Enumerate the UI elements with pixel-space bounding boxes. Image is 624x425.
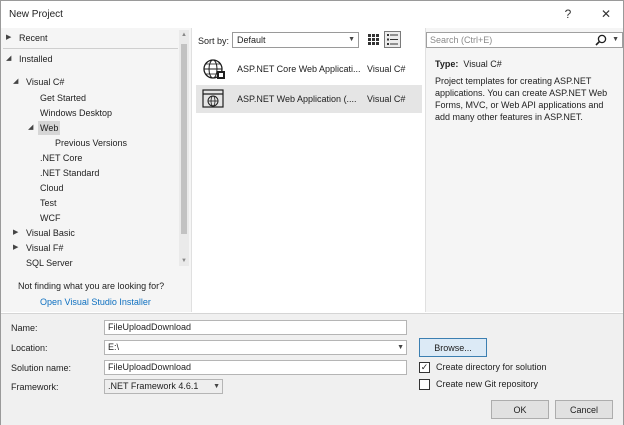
tree-item-visual-csharp[interactable]: Visual C#: [26, 75, 64, 89]
template-item-aspnet-web[interactable]: ASP.NET Web Application (.... Visual C#: [196, 85, 422, 113]
open-installer-link[interactable]: Open Visual Studio Installer: [40, 297, 151, 307]
create-directory-checkbox[interactable]: ✓: [419, 361, 430, 373]
type-value: Visual C#: [463, 59, 502, 69]
location-label: Location:: [11, 343, 48, 353]
scroll-down-arrow-icon[interactable]: ▼: [179, 256, 189, 266]
chevron-down-icon: ▼: [348, 36, 355, 43]
window-title: New Project: [9, 9, 63, 20]
tree-item-web[interactable]: Web: [38, 121, 61, 135]
create-git-checkbox[interactable]: [419, 378, 430, 390]
expand-arrow-icon[interactable]: ▶: [6, 31, 11, 45]
solution-name-value: FileUploadDownload: [108, 362, 192, 372]
collapse-arrow-icon[interactable]: ◢: [13, 75, 18, 89]
template-details-panel: Search (Ctrl+E) ▼ Type: Visual C# Projec…: [425, 28, 623, 312]
framework-label: Framework:: [11, 382, 59, 392]
sort-by-label: Sort by:: [198, 36, 230, 46]
create-git-option[interactable]: Create new Git repository: [419, 377, 538, 391]
ok-button[interactable]: OK: [491, 400, 549, 419]
create-directory-label: Create directory for solution: [436, 362, 547, 372]
browse-button[interactable]: Browse...: [419, 338, 487, 357]
solution-name-field[interactable]: FileUploadDownload: [104, 360, 407, 375]
name-label: Name:: [11, 323, 38, 333]
template-name: ASP.NET Core Web Applicati...: [237, 64, 361, 74]
scroll-up-arrow-icon[interactable]: ▲: [179, 30, 189, 40]
create-git-label: Create new Git repository: [436, 379, 539, 389]
tree-item-visual-basic[interactable]: Visual Basic: [26, 226, 75, 240]
template-tree-panel: ▶ Recent ◢ Installed ◢ Visual C# Get Sta…: [1, 28, 192, 312]
template-item-aspnet-core[interactable]: ASP.NET Core Web Applicati... Visual C#: [196, 55, 422, 83]
chevron-down-icon[interactable]: ▼: [397, 341, 404, 354]
tree-item-sql-server[interactable]: SQL Server: [26, 256, 73, 270]
globe-icon: [203, 59, 225, 79]
tree-item-installed[interactable]: Installed: [19, 52, 53, 66]
title-bar: New Project ? ✕: [1, 1, 623, 27]
chevron-down-icon: ▼: [213, 383, 220, 390]
close-button[interactable]: ✕: [595, 5, 617, 23]
expand-arrow-icon[interactable]: ▶: [13, 241, 18, 255]
template-name: ASP.NET Web Application (....: [237, 94, 357, 104]
project-settings-form: Name: FileUploadDownload Location: E:\ ▼…: [1, 313, 623, 425]
tree-item-cloud[interactable]: Cloud: [40, 181, 64, 195]
tree-item-recent[interactable]: Recent: [19, 31, 48, 45]
tree-divider: [3, 48, 178, 49]
create-directory-option[interactable]: ✓ Create directory for solution: [419, 360, 547, 374]
scrollbar-thumb[interactable]: [181, 44, 187, 234]
list-view-icon: [387, 34, 398, 45]
tree-item-windows-desktop[interactable]: Windows Desktop: [40, 106, 112, 120]
name-value: FileUploadDownload: [108, 322, 192, 332]
collapse-arrow-icon[interactable]: ◢: [28, 121, 33, 135]
tree-item-wcf[interactable]: WCF: [40, 211, 61, 225]
help-button[interactable]: ?: [557, 5, 579, 23]
location-value: E:\: [108, 342, 120, 352]
framework-dropdown[interactable]: .NET Framework 4.6.1 ▼: [104, 379, 223, 394]
expand-arrow-icon[interactable]: ▶: [13, 226, 18, 240]
tree-item-get-started[interactable]: Get Started: [40, 91, 86, 105]
location-combobox[interactable]: E:\ ▼: [104, 340, 407, 355]
new-project-dialog: New Project ? ✕ ▶ Recent ◢ Installed ◢ V…: [0, 0, 624, 425]
tree-item-net-standard[interactable]: .NET Standard: [40, 166, 99, 180]
template-language: Visual C#: [367, 94, 406, 104]
list-view-button[interactable]: [384, 31, 401, 48]
template-description: Project templates for creating ASP.NET a…: [435, 76, 608, 122]
template-type: Type: Visual C#: [435, 59, 502, 69]
search-icon[interactable]: [595, 34, 607, 46]
collapse-arrow-icon[interactable]: ◢: [6, 52, 11, 66]
search-input[interactable]: Search (Ctrl+E) ▼: [426, 32, 623, 48]
chevron-down-icon[interactable]: ▼: [612, 33, 619, 47]
grid-view-icon: [368, 34, 379, 45]
framework-value: .NET Framework 4.6.1: [108, 381, 199, 391]
not-finding-text: Not finding what you are looking for?: [18, 281, 165, 291]
type-label: Type:: [435, 59, 459, 69]
solution-name-label: Solution name:: [11, 363, 72, 373]
template-list-panel: Sort by: Default ▼ ASP.NET Core Web Appl…: [193, 28, 424, 312]
template-language: Visual C#: [367, 64, 406, 74]
sort-by-value: Default: [237, 35, 266, 45]
cancel-button[interactable]: Cancel: [555, 400, 613, 419]
tree-item-test[interactable]: Test: [40, 196, 57, 210]
tree-item-net-core[interactable]: .NET Core: [40, 151, 82, 165]
web-application-icon: [202, 89, 224, 108]
grid-view-button[interactable]: [365, 31, 382, 48]
tree-item-visual-fsharp[interactable]: Visual F#: [26, 241, 63, 255]
tree-item-previous-versions[interactable]: Previous Versions: [55, 136, 127, 150]
name-field[interactable]: FileUploadDownload: [104, 320, 407, 335]
search-placeholder: Search (Ctrl+E): [430, 35, 493, 45]
tree-scrollbar[interactable]: ▲ ▼: [179, 30, 189, 266]
sort-by-dropdown[interactable]: Default ▼: [232, 32, 359, 48]
